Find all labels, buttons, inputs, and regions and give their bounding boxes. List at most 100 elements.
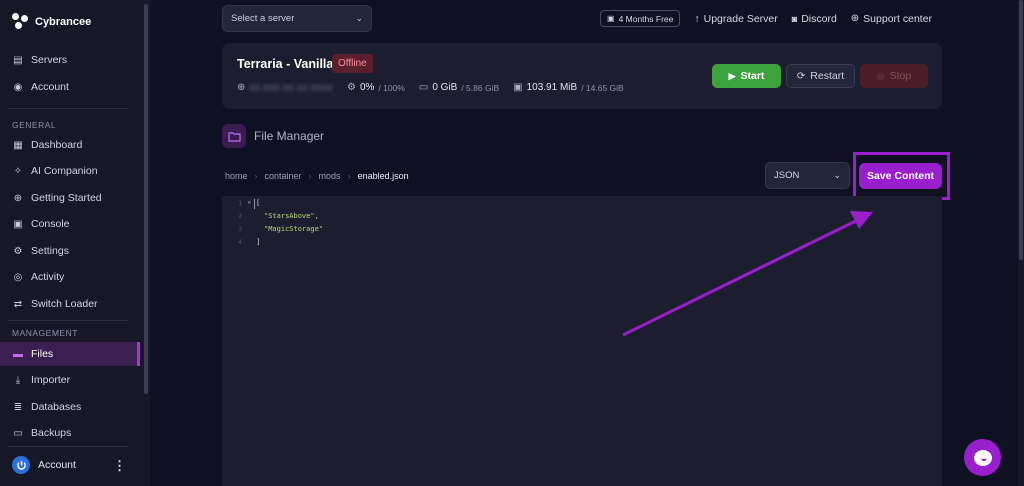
discord-label: Discord: [801, 12, 837, 25]
code-line: [: [256, 199, 261, 207]
sidebar-item-account[interactable]: ◉ Account: [0, 75, 140, 99]
restart-button[interactable]: ⟳ Restart: [786, 64, 855, 88]
sidebar-item-importer[interactable]: ⤓ Importer: [0, 368, 140, 392]
line-number: 3: [238, 226, 242, 233]
chevron-right-icon: ›: [254, 171, 258, 181]
chevron-right-icon: ›: [347, 171, 351, 181]
cpu-stat: ⚙ 0% / 100%: [347, 82, 405, 93]
sidebar-item-files[interactable]: ▬ Files: [0, 342, 140, 366]
sidebar-item-label: Servers: [31, 54, 68, 66]
sidebar-item-label: Files: [31, 348, 54, 360]
swap-icon: ⇄: [13, 298, 23, 310]
section-label-general: GENERAL: [12, 120, 57, 130]
section-label-management: MANAGEMENT: [12, 328, 78, 338]
account-label: Account: [38, 459, 76, 471]
text-cursor: [254, 199, 255, 209]
chevron-down-icon: ⌄: [833, 170, 841, 180]
language-select[interactable]: JSON ⌄: [765, 162, 850, 189]
sidebar-item-databases[interactable]: ≣ Databases: [0, 395, 140, 419]
support-center-link[interactable]: ⊕ Support center: [851, 13, 932, 25]
download-icon: ⤓: [15, 374, 21, 386]
line-number: 1: [238, 200, 242, 207]
sidebar-item-switch-loader[interactable]: ⇄ Switch Loader: [0, 292, 140, 316]
breadcrumb-item[interactable]: container: [265, 171, 302, 181]
code-line: "StarsAbove",: [264, 212, 319, 220]
brand-logo-icon: [12, 13, 29, 30]
user-circle-icon: ◉: [13, 81, 23, 93]
status-badge: Offline: [332, 54, 373, 73]
globe-icon: ⊕: [850, 13, 860, 24]
discord-link[interactable]: ◙ Discord: [792, 13, 837, 25]
sidebar-divider: [8, 320, 128, 321]
disk-icon: ▣: [513, 82, 523, 93]
power-icon: [12, 456, 30, 474]
folder-icon: ▬: [13, 348, 23, 360]
sparkle-icon: ✧: [13, 165, 23, 177]
upgrade-server-link[interactable]: ↑ Upgrade Server: [694, 13, 777, 25]
promo-badge[interactable]: ▣ 4 Months Free: [600, 10, 681, 27]
sidebar-item-label: Importer: [31, 374, 71, 386]
code-editor[interactable]: 1 ▾ 2 3 4 [ "StarsAbove", "MagicStorage"…: [222, 196, 942, 486]
sidebar-item-servers[interactable]: ▤ Servers: [0, 48, 140, 72]
ip-stat: ⊕ 00.000.00.00:0000: [237, 82, 333, 93]
kebab-menu-icon[interactable]: ⋮: [113, 459, 126, 472]
chat-icon: [973, 449, 992, 466]
sidebar-divider: [8, 108, 128, 109]
code-string: "StarsAbove",: [264, 212, 319, 220]
server-name: Terraria - Vanilla: [237, 57, 334, 71]
sidebar-scrollbar[interactable]: [144, 4, 148, 394]
sidebar-item-ai-companion[interactable]: ✧ AI Companion: [0, 159, 140, 183]
server-select[interactable]: Select a server ⌄: [222, 5, 372, 32]
server-ip: 00.000.00.00:0000: [249, 82, 333, 93]
chat-widget-button[interactable]: [964, 439, 1001, 476]
upgrade-label: Upgrade Server: [703, 12, 778, 25]
language-value: JSON: [774, 170, 800, 181]
sidebar-item-activity[interactable]: ◎ Activity: [0, 265, 140, 289]
breadcrumb-item[interactable]: home: [225, 171, 248, 181]
grid-icon: ▦: [13, 139, 23, 151]
globe-icon: ⊕: [237, 82, 246, 93]
restart-label: Restart: [810, 70, 845, 82]
sidebar-item-label: Dashboard: [31, 139, 83, 151]
code-line: ]: [256, 238, 261, 246]
sidebar-item-label: Backups: [31, 427, 72, 439]
sidebar-item-label: AI Companion: [31, 165, 98, 177]
line-number: 4: [238, 239, 242, 246]
cpu-icon: ⚙: [346, 82, 356, 93]
compass-icon: ⊕: [13, 192, 23, 204]
arrow-up-icon: ↑: [694, 12, 700, 25]
page-title: File Manager: [254, 129, 325, 143]
sidebar-item-label: Settings: [31, 245, 69, 257]
start-button[interactable]: ▶ Start: [712, 64, 781, 88]
cpu-value: 0%: [359, 82, 375, 93]
memory-stat: ▭ 0 GiB / 5.86 GiB: [419, 82, 499, 93]
server-stats: ⊕ 00.000.00.00:0000 ⚙ 0% / 100% ▭ 0 GiB …: [237, 82, 638, 93]
page-scrollbar[interactable]: [1018, 0, 1024, 486]
stop-label: Stop: [889, 70, 912, 82]
chevron-right-icon: ›: [308, 171, 312, 181]
sidebar-item-dashboard[interactable]: ▦ Dashboard: [0, 133, 140, 157]
sidebar: Cybrancee ▤ Servers ◉ Account GENERAL ▦ …: [0, 0, 150, 486]
cpu-limit: / 100%: [378, 82, 405, 93]
sidebar-item-backups[interactable]: ▭ Backups: [0, 421, 140, 445]
breadcrumb: home › container › mods › enabled.json: [225, 171, 409, 181]
breadcrumb-item[interactable]: mods: [319, 171, 341, 181]
sidebar-item-console[interactable]: ▣ Console: [0, 212, 140, 236]
topbar: ▣ 4 Months Free ↑ Upgrade Server ◙ Disco…: [600, 10, 932, 27]
sidebar-item-label: Databases: [31, 401, 82, 413]
account-menu[interactable]: Account: [12, 456, 76, 474]
sidebar-divider: [8, 446, 128, 447]
server-card: Terraria - Vanilla Offline ⊕ 00.000.00.0…: [222, 43, 942, 109]
sidebar-item-settings[interactable]: ⚙ Settings: [0, 239, 140, 263]
code-line: "MagicStorage": [264, 225, 323, 233]
brand[interactable]: Cybrancee: [12, 13, 91, 30]
sidebar-item-getting-started[interactable]: ⊕ Getting Started: [0, 186, 140, 210]
fold-arrow-icon[interactable]: ▾: [248, 200, 251, 206]
sidebar-item-label: Activity: [31, 271, 65, 283]
stop-button[interactable]: ◎ Stop: [860, 64, 928, 88]
archive-icon: ▭: [13, 427, 23, 439]
memory-limit: / 5.86 GiB: [461, 82, 500, 93]
chevron-down-icon: ⌄: [355, 13, 363, 23]
sidebar-item-label: Account: [31, 81, 69, 93]
sidebar-item-label: Switch Loader: [31, 298, 98, 310]
